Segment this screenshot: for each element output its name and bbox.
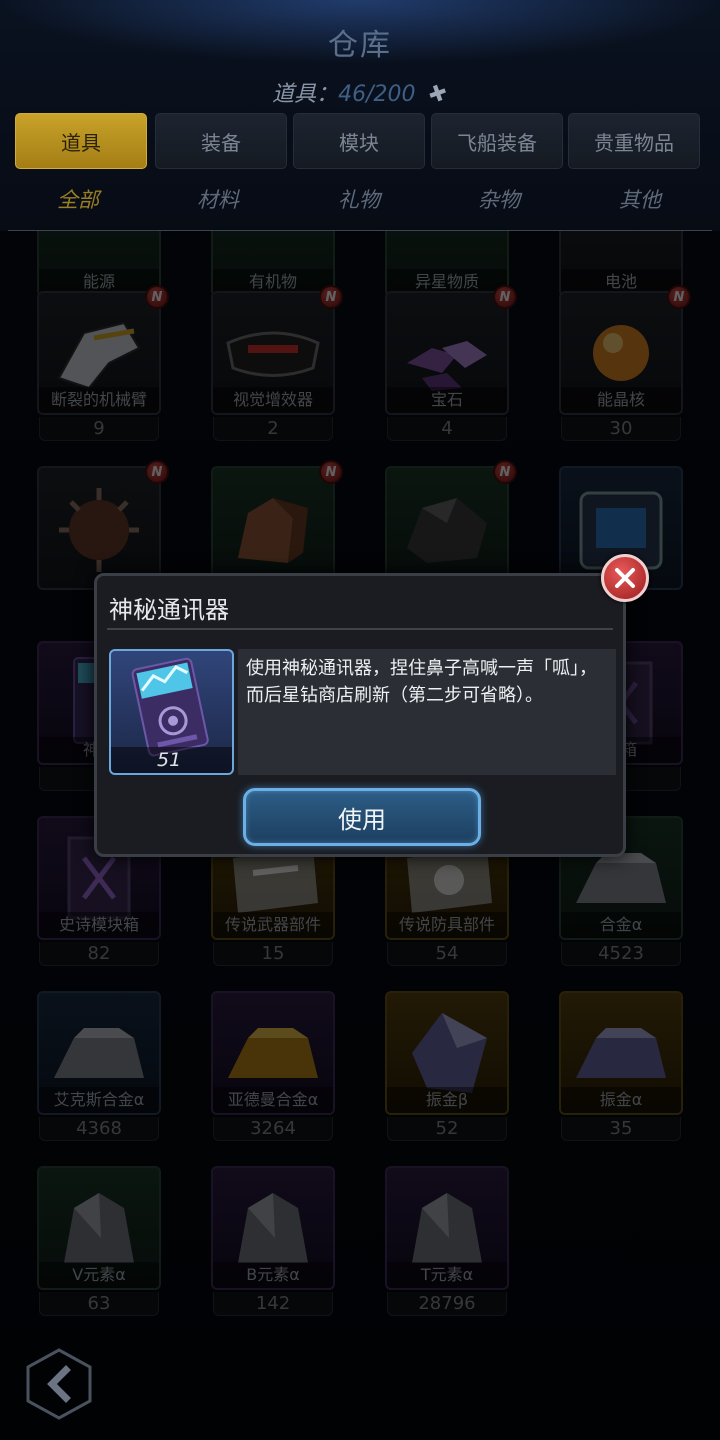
filter-misc[interactable]: 杂物 <box>429 184 569 214</box>
tab-ship-equipment[interactable]: 飞船装备 <box>431 113 563 169</box>
close-icon <box>615 568 635 588</box>
item-detail-dialog: 神秘通讯器 51 使用神秘通讯器，捏住鼻子高喊一声「呱」，而后星钻商店刷新（第二… <box>94 554 649 857</box>
page-title: 仓库 <box>328 28 392 63</box>
dialog-item-icon: 51 <box>109 649 234 775</box>
category-tabs: 道具 装备 模块 飞船装备 贵重物品 <box>15 113 707 169</box>
capacity-value: 46/200 <box>338 82 416 107</box>
tab-items[interactable]: 道具 <box>15 113 147 169</box>
capacity-display: 道具：46/200 ✚ <box>0 76 720 110</box>
close-button[interactable] <box>601 554 649 602</box>
dialog-item-quantity: 51 <box>111 747 232 773</box>
dialog-title: 神秘通讯器 <box>109 596 229 624</box>
back-button[interactable] <box>26 1348 92 1420</box>
tab-equipment[interactable]: 装备 <box>155 113 287 169</box>
tab-modules[interactable]: 模块 <box>293 113 425 169</box>
use-button[interactable]: 使用 <box>243 788 481 846</box>
filter-other[interactable]: 其他 <box>570 184 710 214</box>
capacity-label: 道具： <box>272 82 339 107</box>
expand-capacity-icon[interactable]: ✚ <box>426 80 452 110</box>
dialog-divider <box>107 628 613 630</box>
tab-valuables[interactable]: 贵重物品 <box>568 113 700 169</box>
filter-materials[interactable]: 材料 <box>148 184 288 214</box>
dialog-description: 使用神秘通讯器，捏住鼻子高喊一声「呱」，而后星钻商店刷新（第二步可省略）。 <box>238 649 616 775</box>
filter-tabs: 全部 材料 礼物 杂物 其他 <box>8 184 712 224</box>
filter-all[interactable]: 全部 <box>8 184 148 214</box>
filter-gifts[interactable]: 礼物 <box>289 184 429 214</box>
